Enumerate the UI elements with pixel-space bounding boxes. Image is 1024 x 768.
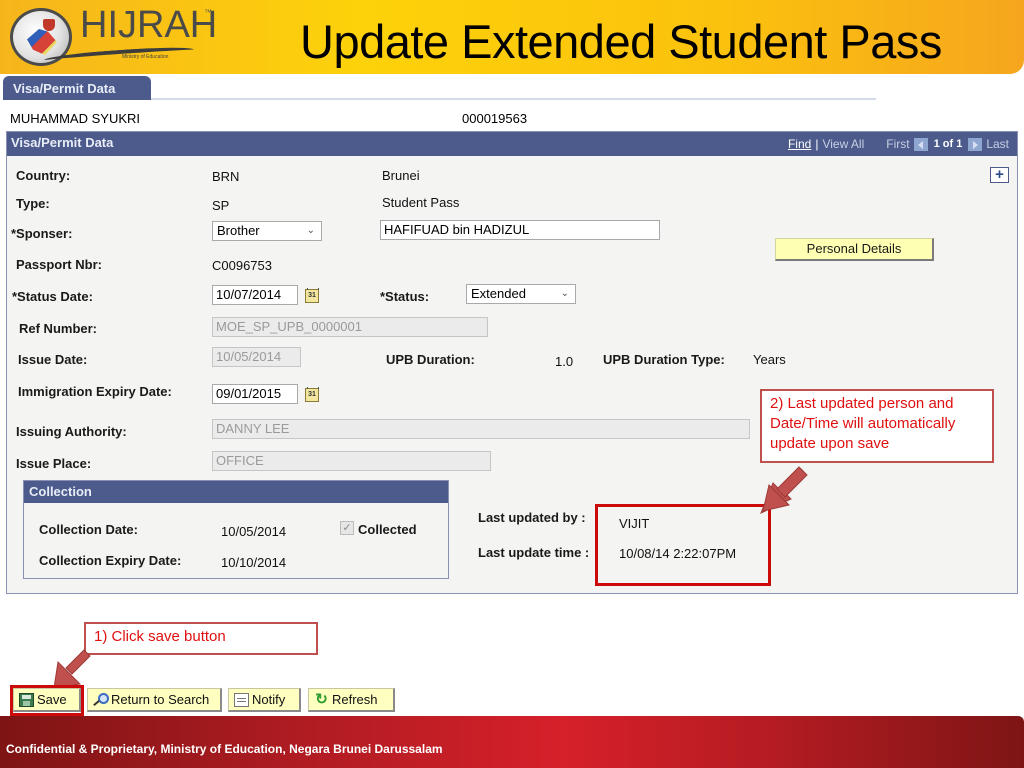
chevron-down-icon: ⌄: [560, 288, 569, 299]
passport-value: C0096753: [212, 258, 272, 273]
refresh-label: Refresh: [332, 692, 378, 707]
last-updated-highlight: [595, 504, 771, 586]
calendar-icon[interactable]: 31: [305, 387, 319, 402]
collection-section: Collection Collection Date: 10/05/2014 ✓…: [23, 480, 449, 579]
type-name: Student Pass: [382, 195, 460, 210]
personal-details-button[interactable]: Personal Details: [775, 238, 934, 261]
previous-arrow-icon[interactable]: [913, 137, 928, 151]
status-select[interactable]: Extended ⌄: [466, 284, 576, 304]
upb-duration-label: UPB Duration:: [386, 352, 475, 367]
notify-button[interactable]: Notify: [228, 688, 301, 712]
last-updated-by-label: Last updated by :: [478, 510, 586, 525]
ref-number-label: Ref Number:: [19, 321, 98, 336]
collection-expiry-label: Collection Expiry Date:: [39, 553, 182, 568]
issue-date-label: Issue Date:: [18, 352, 88, 367]
collected-label: Collected: [358, 522, 417, 537]
collection-date-value: 10/05/2014: [221, 524, 287, 539]
tab-underline: [151, 98, 876, 100]
tab-visa-permit-data[interactable]: Visa/Permit Data: [3, 76, 151, 100]
collection-expiry-value: 10/10/2014: [221, 555, 287, 570]
collected-checkbox[interactable]: ✓: [340, 521, 354, 535]
header-banner: HIJRAH ™ Ministry of Education Update Ex…: [0, 0, 1024, 74]
issue-place-field: OFFICE: [212, 451, 491, 471]
country-code: BRN: [212, 169, 240, 184]
passport-label: Passport Nbr:: [16, 257, 102, 272]
status-selected: Extended: [471, 286, 526, 301]
immigration-expiry-label: Immigration Expiry Date:: [18, 384, 172, 399]
issue-date-field: 10/05/2014: [212, 347, 301, 367]
footer-text: Confidential & Proprietary, Ministry of …: [6, 742, 443, 756]
chevron-down-icon: ⌄: [306, 225, 315, 236]
return-to-search-button[interactable]: Return to Search: [87, 688, 222, 712]
collection-title: Collection: [24, 481, 448, 503]
next-arrow-icon[interactable]: [968, 137, 983, 151]
student-name: MUHAMMAD SYUKRI: [10, 111, 141, 126]
refresh-icon: ↻: [315, 690, 328, 708]
row-count: 1 of 1: [933, 138, 963, 150]
view-all-link[interactable]: View All: [822, 137, 864, 151]
issuing-authority-field: DANNY LEE: [212, 419, 750, 439]
panel-header: Visa/Permit Data Find | View All First 1…: [7, 132, 1017, 156]
nav-separator: |: [815, 137, 819, 151]
panel-title: Visa/Permit Data: [11, 135, 114, 150]
ref-number-field: MOE_SP_UPB_0000001: [212, 317, 488, 337]
sponsor-label: *Sponser:: [11, 226, 73, 241]
notify-label: Notify: [252, 692, 286, 707]
search-icon: [93, 692, 109, 707]
upb-duration-type-label: UPB Duration Type:: [603, 352, 725, 367]
visa-permit-panel: Visa/Permit Data Find | View All First 1…: [6, 131, 1018, 594]
map-icon: [27, 29, 57, 55]
type-code: SP: [212, 198, 230, 213]
annotation-step-1: 1) Click save button: [84, 622, 318, 655]
annotation-step-2: 2) Last updated person and Date/Time wil…: [760, 389, 994, 463]
student-id: 000019563: [462, 111, 528, 126]
issue-place-label: Issue Place:: [16, 456, 92, 471]
status-label: *Status:: [380, 289, 430, 304]
notify-icon: [234, 692, 249, 707]
first-link[interactable]: First: [886, 137, 909, 151]
issuing-authority-label: Issuing Authority:: [16, 424, 127, 439]
logo-tagline: Ministry of Education: [122, 54, 169, 60]
collection-date-label: Collection Date:: [39, 522, 138, 537]
upb-duration-type-value: Years: [753, 352, 786, 367]
add-row-button[interactable]: +: [990, 167, 1009, 183]
upb-duration-value: 1.0: [555, 354, 574, 369]
logo-text: HIJRAH: [80, 4, 218, 46]
status-date-input[interactable]: 10/07/2014: [212, 285, 298, 305]
sponsor-select[interactable]: Brother ⌄: [212, 221, 322, 241]
country-name: Brunei: [382, 168, 420, 183]
sponsor-name-input[interactable]: HAFIFUAD bin HADIZUL: [380, 220, 660, 240]
status-date-label: *Status Date:: [12, 289, 93, 304]
country-label: Country:: [16, 168, 71, 183]
calendar-icon[interactable]: 31: [305, 288, 319, 303]
row-navigation: Find | View All First 1 of 1 Last: [788, 137, 1009, 151]
type-label: Type:: [16, 196, 50, 211]
crest-icon: [43, 19, 55, 31]
last-update-time-label: Last update time :: [478, 545, 590, 560]
refresh-button[interactable]: ↻ Refresh: [308, 688, 395, 712]
annotation-arrow-icon: [760, 466, 808, 514]
last-link[interactable]: Last: [986, 137, 1009, 151]
logo-trademark: ™: [204, 8, 212, 17]
hijrah-logo: HIJRAH ™ Ministry of Education: [4, 2, 217, 68]
save-highlight: [10, 685, 84, 716]
footer: Confidential & Proprietary, Ministry of …: [0, 716, 1024, 768]
page-title: Update Extended Student Pass: [300, 15, 942, 68]
find-link[interactable]: Find: [788, 137, 811, 151]
sponsor-selected: Brother: [217, 223, 260, 238]
return-to-search-label: Return to Search: [111, 692, 210, 707]
immigration-expiry-input[interactable]: 09/01/2015: [212, 384, 298, 404]
